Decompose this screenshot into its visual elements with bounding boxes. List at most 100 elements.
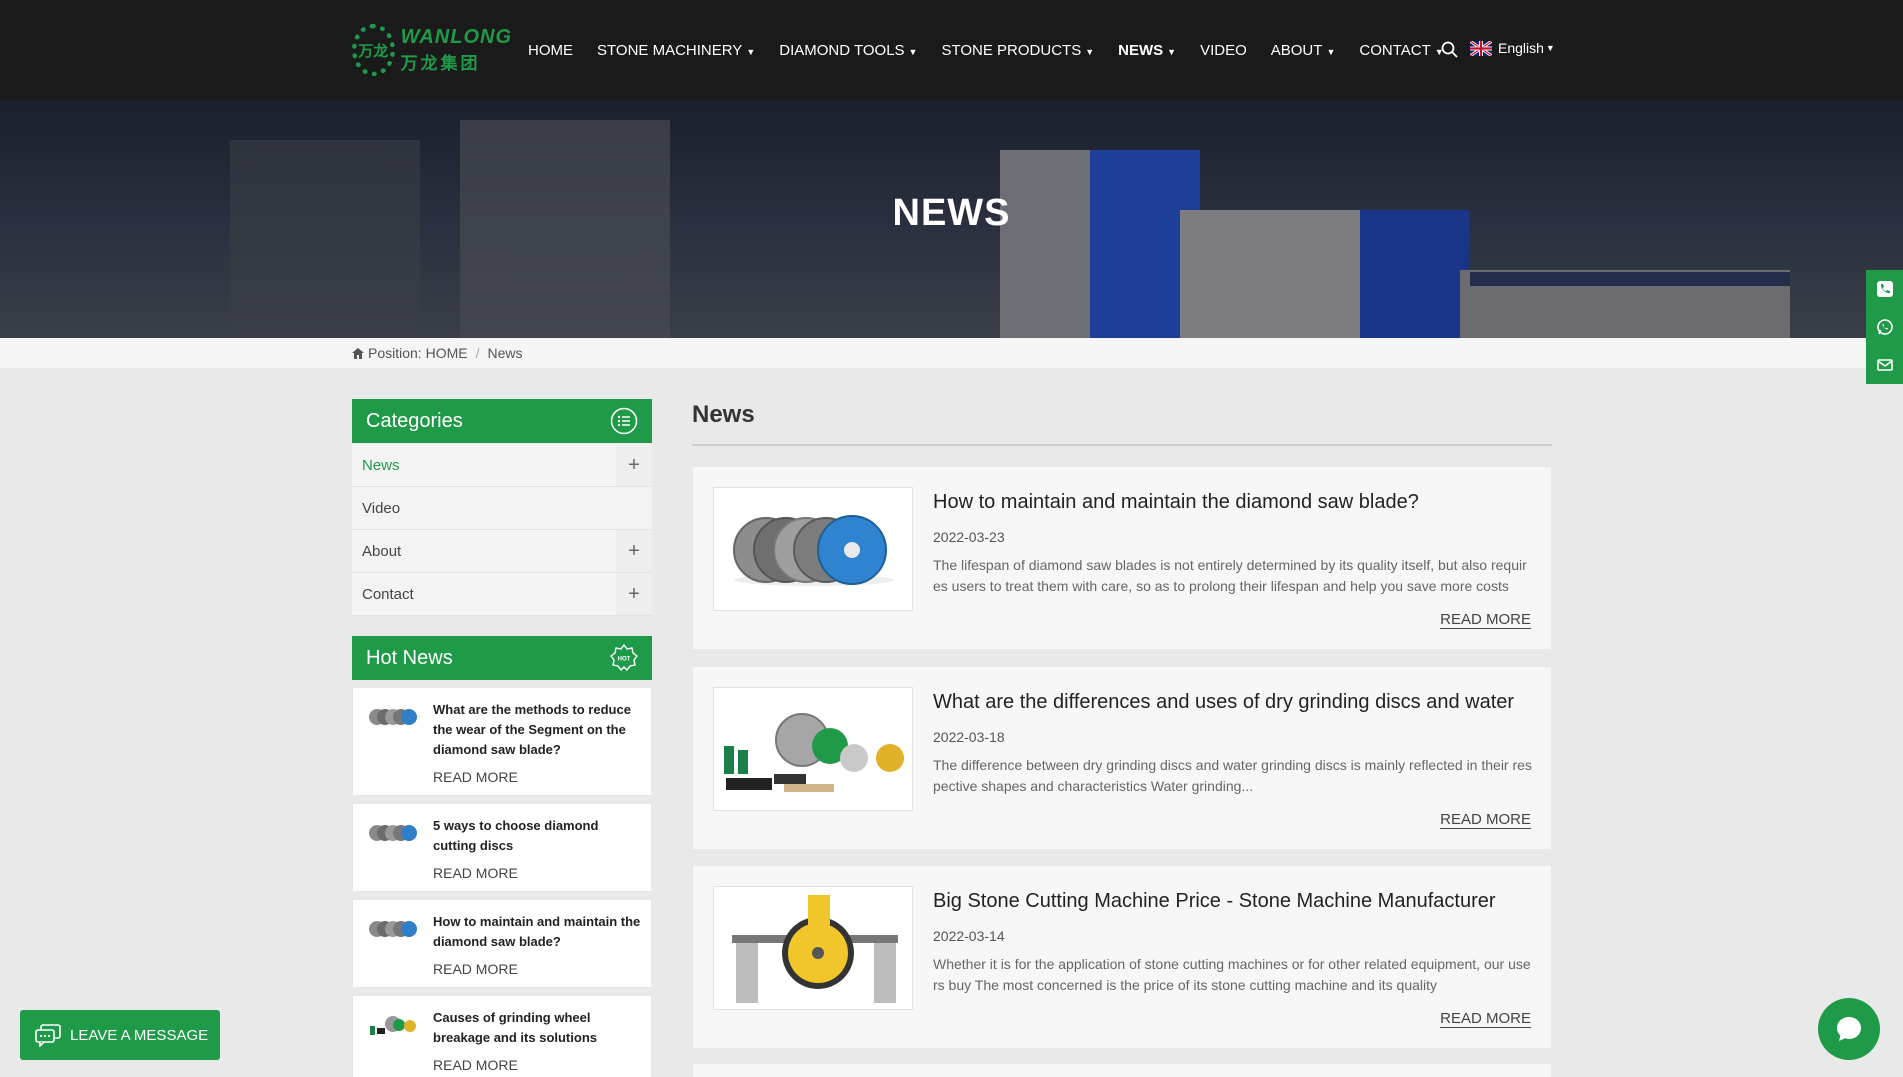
category-item-news[interactable]: News + xyxy=(352,444,652,487)
news-card: What are the differences and uses of dry… xyxy=(692,666,1552,850)
categories-header: Categories xyxy=(352,399,652,443)
expand-plus-icon[interactable]: + xyxy=(616,573,652,615)
nav-stone-machinery[interactable]: STONE MACHINERY ▼ xyxy=(597,42,755,59)
nav-home[interactable]: HOME xyxy=(528,42,573,59)
chat-bubble-button[interactable] xyxy=(1818,998,1880,1060)
home-icon xyxy=(352,347,364,359)
read-more-link[interactable]: READ MORE xyxy=(1440,811,1531,829)
leave-message-button[interactable]: LEAVE A MESSAGE xyxy=(20,1010,220,1060)
news-card: How to maintain and maintain the diamond… xyxy=(692,466,1552,650)
breadcrumb-prefix: Position: xyxy=(368,345,422,361)
hot-news-title-text[interactable]: What are the methods to reduce the wear … xyxy=(433,700,641,760)
message-icon xyxy=(35,1024,61,1047)
article-thumbnail[interactable] xyxy=(713,487,913,611)
email-icon[interactable] xyxy=(1876,356,1894,374)
whatsapp-icon[interactable] xyxy=(1876,318,1894,336)
category-list: News + Video About + Contact + xyxy=(352,444,652,616)
nav-diamond-tools[interactable]: DIAMOND TOOLS ▼ xyxy=(779,42,917,59)
article-thumbnail[interactable] xyxy=(713,687,913,811)
top-navigation-bar: 万龙 WANLONG 万龙集团 HOME STONE MACHINERY ▼ DI… xyxy=(0,0,1903,100)
category-label: About xyxy=(362,542,402,560)
hot-news-item[interactable]: How to maintain and maintain the diamond… xyxy=(352,899,652,988)
caret-down-icon: ▼ xyxy=(908,46,918,57)
list-icon xyxy=(610,407,638,435)
section-divider xyxy=(692,444,1552,446)
read-more-link[interactable]: READ MORE xyxy=(433,961,641,977)
logo-brand-cn: 万龙集团 xyxy=(400,54,481,73)
logo-brand-en: WANLONG xyxy=(400,26,512,48)
article-date: 2022-03-18 xyxy=(933,729,1005,745)
article-thumbnail[interactable] xyxy=(713,886,913,1010)
banner-stone-block xyxy=(230,140,420,338)
section-title: News xyxy=(692,401,755,428)
banner-stone-block xyxy=(1470,272,1790,286)
caret-down-icon: ▼ xyxy=(1326,46,1336,57)
saw-blades-image xyxy=(733,515,894,586)
article-date: 2022-03-14 xyxy=(933,928,1005,944)
page-title: NEWS xyxy=(892,192,1011,234)
nav-contact[interactable]: CONTACT ▼ xyxy=(1359,42,1443,59)
category-item-video[interactable]: Video xyxy=(352,487,652,530)
hot-news-list: What are the methods to reduce the wear … xyxy=(352,687,652,1077)
category-item-about[interactable]: About + xyxy=(352,530,652,573)
category-label: News xyxy=(362,456,400,474)
main-nav: HOME STONE MACHINERY ▼ DIAMOND TOOLS ▼ STO… xyxy=(528,0,1468,100)
wanlong-logo-icon: 万龙 xyxy=(352,24,395,76)
hot-news-title-text[interactable]: 5 ways to choose diamond cutting discs xyxy=(433,816,641,856)
site-logo[interactable]: 万龙 WANLONG 万龙集团 xyxy=(352,22,512,78)
caret-down-icon: ▼ xyxy=(1167,46,1177,57)
nav-news[interactable]: NEWS ▼ xyxy=(1118,42,1176,59)
article-date: 2022-03-23 xyxy=(933,529,1005,545)
caret-down-icon: ▼ xyxy=(1545,43,1555,53)
nav-video[interactable]: VIDEO xyxy=(1200,42,1247,59)
read-more-link[interactable]: READ MORE xyxy=(1440,1010,1531,1028)
expand-plus-icon[interactable]: + xyxy=(616,444,652,486)
caret-down-icon: ▼ xyxy=(746,46,756,57)
category-item-contact[interactable]: Contact + xyxy=(352,573,652,616)
news-card-partial xyxy=(692,1063,1552,1077)
svg-text:HOT: HOT xyxy=(618,657,631,663)
hot-badge-icon: HOT xyxy=(610,644,638,672)
article-title[interactable]: What are the differences and uses of dry… xyxy=(933,691,1514,714)
breadcrumb-separator: / xyxy=(475,345,480,361)
article-summary: The lifespan of diamond saw blades is no… xyxy=(933,557,1527,594)
read-more-link[interactable]: READ MORE xyxy=(433,769,641,785)
grinding-discs-image xyxy=(724,713,904,792)
article-title[interactable]: How to maintain and maintain the diamond… xyxy=(933,491,1419,514)
nav-stone-products[interactable]: STONE PRODUCTS ▼ xyxy=(941,42,1094,59)
hot-news-header: Hot News HOT xyxy=(352,636,652,680)
saw-blades-thumbnail xyxy=(369,709,417,725)
news-card: Big Stone Cutting Machine Price - Stone … xyxy=(692,865,1552,1049)
breadcrumb: Position: HOME / News xyxy=(352,345,523,361)
read-more-link[interactable]: READ MORE xyxy=(433,1057,641,1073)
hot-news-title-text[interactable]: How to maintain and maintain the diamond… xyxy=(433,912,641,952)
article-title[interactable]: Big Stone Cutting Machine Price - Stone … xyxy=(933,890,1496,913)
article-summary: Whether it is for the application of sto… xyxy=(933,956,1531,993)
hot-news-item[interactable]: What are the methods to reduce the wear … xyxy=(352,687,652,796)
leave-message-label: LEAVE A MESSAGE xyxy=(70,1026,209,1044)
breadcrumb-current[interactable]: News xyxy=(487,345,522,361)
categories-title: Categories xyxy=(366,409,463,432)
saw-blades-thumbnail xyxy=(369,825,417,841)
hot-news-item[interactable]: 5 ways to choose diamond cutting discs R… xyxy=(352,803,652,892)
phone-icon[interactable] xyxy=(1876,280,1894,298)
page-banner: NEWS xyxy=(0,100,1903,338)
hot-news-title-text[interactable]: Causes of grinding wheel breakage and it… xyxy=(433,1008,641,1048)
caret-down-icon: ▼ xyxy=(1085,46,1095,57)
expand-plus-icon[interactable]: + xyxy=(616,530,652,572)
breadcrumb-bar: Position: HOME / News xyxy=(0,338,1903,368)
search-icon[interactable] xyxy=(1440,40,1460,60)
breadcrumb-home-link[interactable]: HOME xyxy=(426,345,468,361)
language-selector[interactable]: English ▼ xyxy=(1470,40,1555,56)
nav-about[interactable]: ABOUT ▼ xyxy=(1271,42,1336,59)
grinding-tools-thumbnail xyxy=(370,1016,416,1035)
stone-cutting-machine-image xyxy=(732,895,898,1003)
hot-news-item[interactable]: Causes of grinding wheel breakage and it… xyxy=(352,995,652,1077)
category-label: Video xyxy=(362,499,401,517)
read-more-link[interactable]: READ MORE xyxy=(433,865,641,881)
read-more-link[interactable]: READ MORE xyxy=(1440,611,1531,629)
hot-news-title: Hot News xyxy=(366,646,453,669)
category-label: Contact xyxy=(362,585,414,603)
language-label: English xyxy=(1498,40,1544,56)
article-summary: The difference between dry grinding disc… xyxy=(933,757,1532,794)
